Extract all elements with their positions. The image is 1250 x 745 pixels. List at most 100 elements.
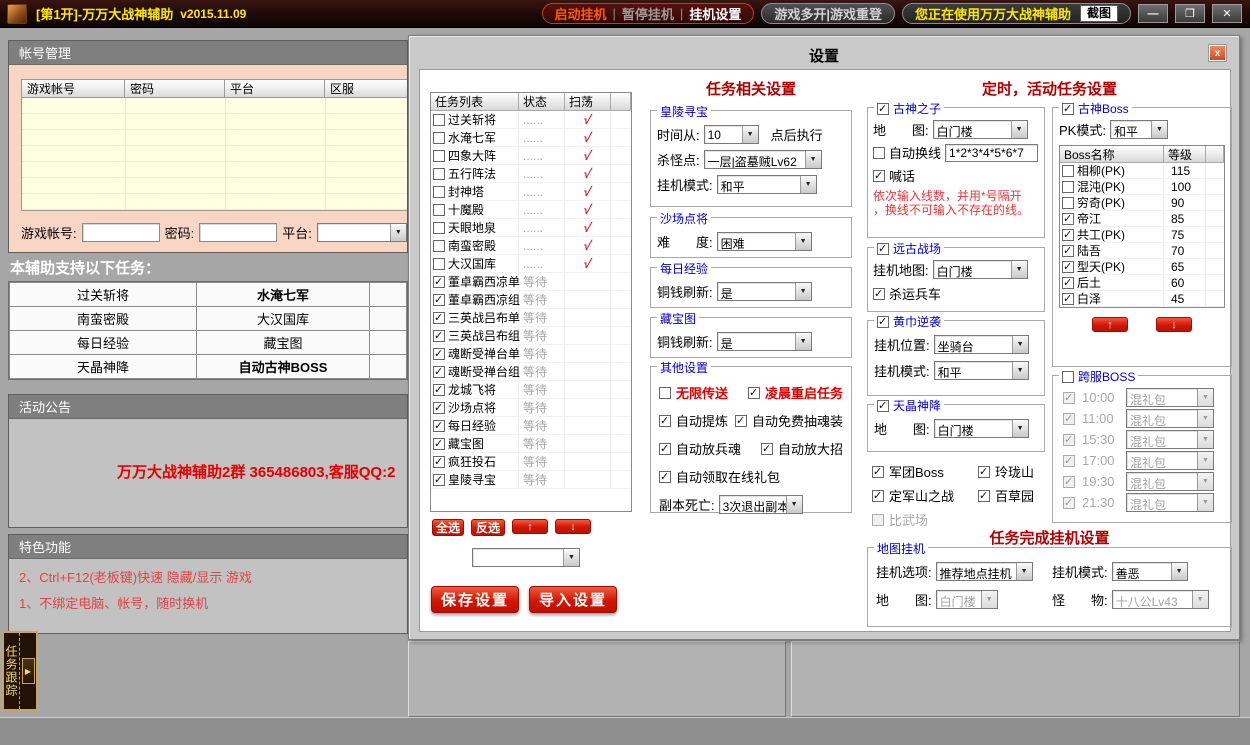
boss-move-down-button[interactable]: ↓ (1156, 317, 1192, 332)
boss-row[interactable]: 白泽45 (1060, 291, 1224, 307)
option-checkbox[interactable]: 凌晨重启任务 (748, 383, 843, 402)
checkbox[interactable] (1062, 165, 1074, 177)
task-row[interactable]: 龙城飞将等待 (431, 381, 631, 399)
task-row[interactable]: 藏宝图等待 (431, 435, 631, 453)
coin-refresh-dropdown[interactable]: 是 ▼ (717, 282, 812, 301)
task-row[interactable]: 南蛮密殿......√ (431, 237, 631, 255)
checkbox[interactable] (433, 150, 445, 162)
activity-checkbox[interactable]: 军团Boss (872, 462, 978, 481)
checkbox[interactable] (433, 276, 445, 288)
boss-row[interactable]: 后土60 (1060, 275, 1224, 291)
checkbox[interactable] (433, 402, 445, 414)
move-down-button[interactable]: ↓ (555, 519, 591, 534)
account-row[interactable] (22, 98, 408, 114)
task-row[interactable]: 皇陵寻宝等待 (431, 471, 631, 489)
checkbox[interactable] (433, 240, 445, 252)
group-checkbox[interactable] (877, 243, 889, 255)
option-checkbox[interactable]: 自动免费抽魂装 (735, 411, 843, 430)
task-row[interactable]: 大汉国库......√ (431, 255, 631, 273)
account-row[interactable] (22, 162, 408, 178)
map-dropdown[interactable]: 白门楼 ▼ (933, 120, 1028, 139)
move-up-button[interactable]: ↑ (512, 519, 548, 534)
option-checkbox[interactable]: 自动放兵魂 (659, 439, 755, 458)
hang-mode-dropdown[interactable]: 和平 ▼ (717, 175, 817, 194)
checkbox[interactable] (433, 474, 445, 486)
pk-mode-dropdown[interactable]: 和平 ▼ (1110, 120, 1168, 139)
task-row[interactable]: 天眼地泉......√ (431, 219, 631, 237)
checkbox[interactable] (433, 456, 445, 468)
account-row[interactable] (22, 178, 408, 194)
task-row[interactable]: 封神塔......√ (431, 183, 631, 201)
task-row[interactable]: 魂断受禅台组等待 (431, 363, 631, 381)
task-row[interactable]: 每日经验等待 (431, 417, 631, 435)
expand-arrow-icon[interactable]: ▶ (22, 658, 35, 684)
dungeon-death-dropdown[interactable]: 3次退出副本 ▼ (719, 495, 803, 514)
account-row[interactable] (22, 130, 408, 146)
save-settings-button[interactable]: 保存设置 (431, 586, 519, 613)
account-row[interactable] (22, 194, 408, 210)
task-row[interactable]: 三英战吕布单等待 (431, 309, 631, 327)
checkbox[interactable] (1062, 197, 1074, 209)
account-input[interactable] (82, 223, 160, 242)
task-list-column-header[interactable]: 任务列表 (431, 93, 519, 111)
shout-checkbox[interactable] (873, 170, 885, 182)
hang-mode-dropdown[interactable]: 和平 ▼ (934, 361, 1029, 380)
task-row[interactable]: 董卓霸西凉单等待 (431, 273, 631, 291)
hang-settings-button[interactable]: 挂机设置 (689, 4, 741, 23)
checkbox[interactable] (1062, 213, 1074, 225)
task-row[interactable]: 魂断受禅台单等待 (431, 345, 631, 363)
checkbox[interactable] (433, 438, 445, 450)
checkbox[interactable] (433, 312, 445, 324)
boss-column-header[interactable]: 等级 (1164, 146, 1206, 163)
option-checkbox[interactable]: 自动提炼 (659, 411, 729, 430)
hang-position-dropdown[interactable]: 坐骑台 ▼ (934, 335, 1029, 354)
checkbox[interactable] (433, 330, 445, 342)
checkbox[interactable] (1062, 261, 1074, 273)
checkbox[interactable] (433, 366, 445, 378)
group-checkbox[interactable] (1062, 371, 1074, 383)
task-row[interactable]: 十魔殿......√ (431, 201, 631, 219)
task-row[interactable]: 疯狂投石等待 (431, 453, 631, 471)
checkbox[interactable] (1062, 245, 1074, 257)
task-row[interactable]: 董卓霸西凉组等待 (431, 291, 631, 309)
start-hang-button[interactable]: 启动挂机 (555, 4, 607, 23)
task-list-column-header[interactable]: 状态 (519, 93, 565, 111)
hang-option-dropdown[interactable]: 推荐地点挂机 ▼ (936, 562, 1033, 581)
account-column-header[interactable]: 游戏帐号 (21, 79, 125, 98)
pause-hang-button[interactable]: 暂停挂机 (622, 4, 674, 23)
checkbox[interactable] (1062, 277, 1074, 289)
platform-dropdown[interactable]: ▼ (317, 223, 407, 242)
group-checkbox[interactable] (877, 400, 889, 412)
option-checkbox[interactable]: 自动放大招 (761, 439, 843, 458)
account-row[interactable] (22, 114, 408, 130)
checkbox[interactable] (433, 294, 445, 306)
import-settings-button[interactable]: 导入设置 (529, 586, 617, 613)
checkbox[interactable] (433, 348, 445, 360)
checkbox[interactable] (1062, 229, 1074, 241)
task-tracker-tab[interactable]: 任务跟踪 ▶ (2, 631, 38, 711)
task-row[interactable]: 四象大阵......√ (431, 147, 631, 165)
password-input[interactable] (199, 223, 277, 242)
account-column-header[interactable]: 密码 (125, 79, 225, 98)
line-sequence-input[interactable]: 1*2*3*4*5*6*7 (945, 144, 1038, 162)
map-dropdown[interactable]: 白门楼 ▼ (934, 419, 1029, 438)
checkbox[interactable] (433, 204, 445, 216)
maximize-button[interactable]: ❐ (1175, 4, 1205, 23)
checkbox[interactable] (433, 168, 445, 180)
multi-open-relogin-button[interactable]: 游戏多开|游戏重登 (761, 3, 895, 24)
activity-checkbox[interactable]: 定军山之战 (872, 486, 978, 505)
boss-row[interactable]: 陆吾70 (1060, 243, 1224, 259)
boss-column-header[interactable]: Boss名称 (1060, 146, 1164, 163)
hang-map-dropdown[interactable]: 白门楼 ▼ (933, 260, 1028, 279)
auto-line-checkbox[interactable] (873, 147, 885, 159)
checkbox[interactable] (433, 222, 445, 234)
checkbox[interactable] (433, 420, 445, 432)
coin-refresh-dropdown[interactable]: 是 ▼ (717, 332, 812, 351)
option-checkbox[interactable]: 自动领取在线礼包 (659, 467, 755, 486)
boss-row[interactable]: 相柳(PK)115 (1060, 163, 1224, 179)
invert-selection-button[interactable]: 反选 (471, 519, 505, 536)
minimize-button[interactable]: — (1138, 4, 1168, 23)
checkbox[interactable] (433, 186, 445, 198)
boss-row[interactable]: 混沌(PK)100 (1060, 179, 1224, 195)
task-row[interactable]: 过关斩将......√ (431, 111, 631, 129)
